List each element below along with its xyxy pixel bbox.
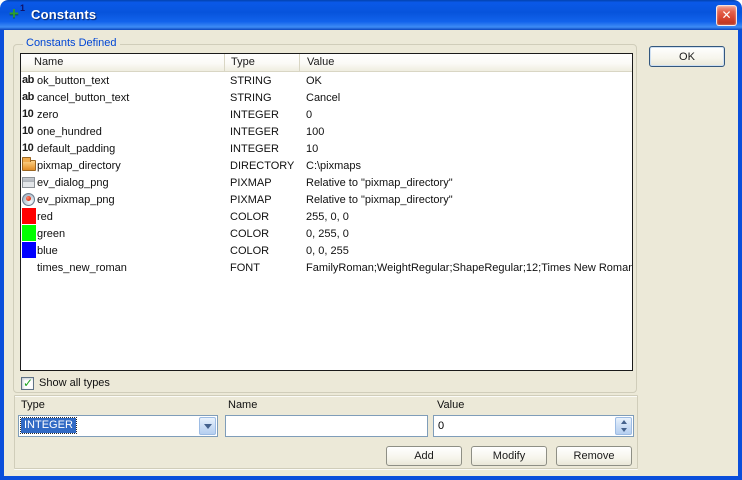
row-value: C:\pixmaps [299,160,632,172]
dialog-pixmap-icon [22,177,35,188]
form-frame: Type INTEGER Name Value Add Modify Remov… [14,395,638,469]
integer-icon [22,124,33,138]
table-row[interactable]: blue COLOR 0, 0, 255 [21,242,632,259]
row-type: COLOR [224,228,299,240]
row-name: times_new_roman [37,262,224,274]
table-row[interactable]: one_hundred INTEGER 100 [21,123,632,140]
row-name: green [37,228,224,240]
row-type: STRING [224,75,299,87]
row-type: FONT [224,262,299,274]
table-row[interactable]: times_new_roman FONT FamilyRoman;WeightR… [21,259,632,276]
value-label: Value [437,399,464,411]
spinbox-down-button[interactable] [621,428,627,432]
titlebar[interactable]: + 1 Constants ✕ [0,0,742,30]
checkbox-box[interactable]: ✓ [21,377,34,390]
row-value: 0, 0, 255 [299,245,632,257]
table-row[interactable]: default_padding INTEGER 10 [21,140,632,157]
string-icon [22,90,34,104]
row-value: Relative to "pixmap_directory" [299,177,632,189]
row-type: STRING [224,92,299,104]
col-header-value[interactable]: Value [299,54,632,71]
row-name: one_hundred [37,126,224,138]
color-swatch [22,242,36,258]
checkbox-label: Show all types [39,377,110,389]
integer-icon [22,141,33,155]
combobox-selected-value: INTEGER [21,418,76,433]
col-header-type[interactable]: Type [224,54,299,71]
row-name: default_padding [37,143,224,155]
spinbox-buttons [615,417,632,435]
row-type: COLOR [224,245,299,257]
chevron-down-icon [204,424,212,429]
row-name: pixmap_directory [37,160,224,172]
close-icon: ✕ [721,8,731,22]
dialog-body: OK Constants Defined Name Type Value ok_… [0,30,742,480]
table-row[interactable]: green COLOR 0, 255, 0 [21,225,632,242]
constants-dialog: + 1 Constants ✕ OK Constants Defined Nam… [0,0,742,480]
constants-defined-groupbox: Constants Defined Name Type Value ok_but… [13,44,637,393]
table-row[interactable]: cancel_button_text STRING Cancel [21,89,632,106]
show-all-types-checkbox[interactable]: ✓ Show all types [21,376,110,390]
row-value: Cancel [299,92,632,104]
table-row[interactable]: ok_button_text STRING OK [21,72,632,89]
type-combobox[interactable]: INTEGER [18,415,218,437]
sphere-pixmap-icon [22,193,35,206]
groupbox-title: Constants Defined [23,37,120,50]
folder-icon [22,160,36,171]
color-swatch [22,225,36,241]
row-name: blue [37,245,224,257]
name-label: Name [228,399,257,411]
row-name: cancel_button_text [37,92,224,104]
table-row[interactable]: ev_dialog_png PIXMAP Relative to "pixmap… [21,174,632,191]
col-header-name[interactable]: Name [21,54,224,71]
integer-icon [22,107,33,121]
spinbox-input[interactable] [434,416,614,436]
window-title: Constants [31,7,96,22]
row-value: 0, 255, 0 [299,228,632,240]
string-icon [22,73,34,87]
row-value: 0 [299,109,632,121]
table-row[interactable]: pixmap_directory DIRECTORY C:\pixmaps [21,157,632,174]
table-row[interactable]: ev_pixmap_png PIXMAP Relative to "pixmap… [21,191,632,208]
row-name: ev_pixmap_png [37,194,224,206]
check-icon: ✓ [23,376,33,390]
constants-plus-icon: + 1 [9,5,27,23]
remove-button[interactable]: Remove [556,446,632,466]
row-value: 255, 0, 0 [299,211,632,223]
row-type: INTEGER [224,109,299,121]
constants-table[interactable]: Name Type Value ok_button_text STRING OK… [20,53,633,371]
row-type: DIRECTORY [224,160,299,172]
row-name: ok_button_text [37,75,224,87]
row-value: FamilyRoman;WeightRegular;ShapeRegular;1… [299,262,632,274]
ok-button[interactable]: OK [649,46,725,67]
close-button[interactable]: ✕ [716,5,737,26]
row-type: INTEGER [224,126,299,138]
row-value: 100 [299,126,632,138]
row-name: ev_dialog_png [37,177,224,189]
table-row[interactable]: zero INTEGER 0 [21,106,632,123]
row-type: PIXMAP [224,177,299,189]
row-value: OK [299,75,632,87]
table-header: Name Type Value [21,54,632,72]
combobox-arrow-button[interactable] [199,417,216,435]
type-label: Type [21,399,45,411]
row-type: COLOR [224,211,299,223]
row-name: zero [37,109,224,121]
color-swatch [22,208,36,224]
add-button[interactable]: Add [386,446,462,466]
table-body: ok_button_text STRING OK cancel_button_t… [21,72,632,276]
table-row[interactable]: red COLOR 255, 0, 0 [21,208,632,225]
name-input[interactable] [225,415,428,437]
row-type: INTEGER [224,143,299,155]
spinbox-up-button[interactable] [621,420,627,424]
row-type: PIXMAP [224,194,299,206]
row-value: Relative to "pixmap_directory" [299,194,632,206]
modify-button[interactable]: Modify [471,446,547,466]
value-spinbox [433,415,634,437]
row-value: 10 [299,143,632,155]
row-name: red [37,211,224,223]
